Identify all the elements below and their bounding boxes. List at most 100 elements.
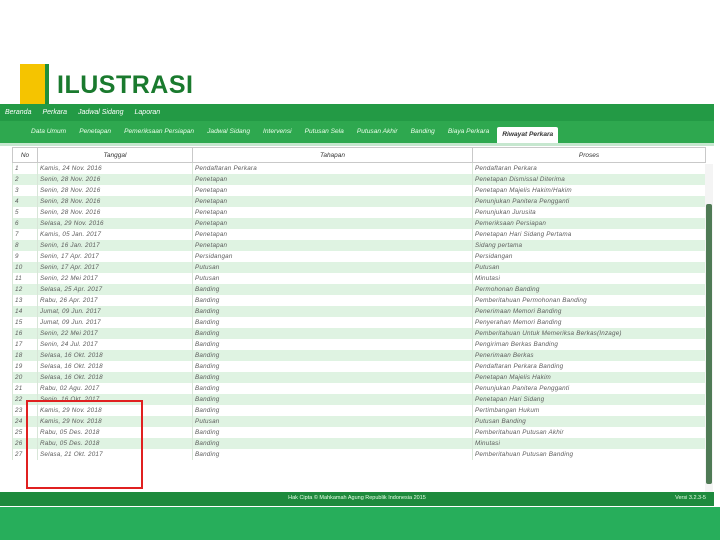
table-row[interactable]: 4 Senin, 28 Nov. 2016 Penetapan Penunjukan … xyxy=(12,196,706,207)
cell-tahapan: Banding xyxy=(192,328,473,339)
nav-item-perkara[interactable]: Perkara xyxy=(42,109,67,116)
cell-tanggal: Senin, 17 Apr. 2017 xyxy=(37,262,193,273)
cell-tahapan: Persidangan xyxy=(192,251,473,262)
table-row[interactable]: 6 Selasa, 29 Nov. 2016 Penetapan Pemeriksaa… xyxy=(12,218,706,229)
cell-tahapan: Banding xyxy=(192,438,473,449)
cell-no: 10 xyxy=(12,262,38,273)
table-row[interactable]: 10 Senin, 17 Apr. 2017 Putusan Putusan xyxy=(12,262,706,273)
cell-tanggal: Senin, 16 Jan. 2017 xyxy=(37,240,193,251)
cell-tahapan: Putusan xyxy=(192,416,473,427)
table-row[interactable]: 18 Selasa, 16 Okt. 2018 Banding Penerimaan … xyxy=(12,350,706,361)
tab-data-umum[interactable]: Data Umum xyxy=(26,125,71,139)
cell-tanggal: Senin, 28 Nov. 2016 xyxy=(37,196,193,207)
cell-tahapan: Putusan xyxy=(192,262,473,273)
cell-proses: Pertimbangan Hukum xyxy=(472,405,706,416)
cell-tahapan: Banding xyxy=(192,361,473,372)
cell-tahapan: Pendaftaran Perkara xyxy=(192,162,473,174)
table-row[interactable]: 19 Selasa, 16 Okt. 2018 Banding Pendaftaran… xyxy=(12,361,706,372)
nav-item-beranda[interactable]: Beranda xyxy=(5,109,31,116)
cell-no: 9 xyxy=(12,251,38,262)
column-header-proses[interactable]: Proses xyxy=(472,147,706,163)
column-header-no[interactable]: No xyxy=(12,147,38,163)
cell-proses: Permohonan Banding xyxy=(472,284,706,295)
cell-tanggal: Selasa, 29 Nov. 2016 xyxy=(37,218,193,229)
cell-proses: Persidangan xyxy=(472,251,706,262)
table-row[interactable]: 1 Kamis, 24 Nov. 2016 Pendaftaran Perkara P… xyxy=(12,162,706,174)
cell-tahapan: Banding xyxy=(192,295,473,306)
cell-tanggal: Selasa, 16 Okt. 2018 xyxy=(37,372,193,383)
nav-item-jadwal-sidang[interactable]: Jadwal Sidang xyxy=(78,109,124,116)
cell-tahapan: Penetapan xyxy=(192,174,473,185)
cell-tanggal: Senin, 17 Apr. 2017 xyxy=(37,251,193,262)
tab-biaya-perkara[interactable]: Biaya Perkara xyxy=(443,125,494,139)
cell-tahapan: Putusan xyxy=(192,273,473,284)
tab-bar: Data Umum Penetapan Pemeriksaan Persiapa… xyxy=(0,121,714,143)
cell-tanggal: Selasa, 16 Okt. 2018 xyxy=(37,361,193,372)
cell-no: 6 xyxy=(12,218,38,229)
table-row[interactable]: 13 Rabu, 26 Apr. 2017 Banding Pemberitahuan… xyxy=(12,295,706,306)
table-row[interactable]: 11 Senin, 22 Mei 2017 Putusan Minutasi xyxy=(12,273,706,284)
cell-tahapan: Banding xyxy=(192,306,473,317)
table-row[interactable]: 7 Kamis, 05 Jan. 2017 Penetapan Penetapan H… xyxy=(12,229,706,240)
title-accent-bar xyxy=(20,64,45,104)
cell-proses: Pendaftaran Perkara Banding xyxy=(472,361,706,372)
tab-riwayat-perkara[interactable]: Riwayat Perkara xyxy=(497,127,559,143)
cell-tahapan: Banding xyxy=(192,383,473,394)
table-row[interactable]: 8 Senin, 16 Jan. 2017 Penetapan Sidang pert… xyxy=(12,240,706,251)
cell-no: 19 xyxy=(12,361,38,372)
cell-tanggal: Jumat, 09 Jun. 2017 xyxy=(37,306,193,317)
cell-proses: Penunjukan Panitera Pengganti xyxy=(472,383,706,394)
tab-penetapan[interactable]: Penetapan xyxy=(74,125,116,139)
tab-pemeriksaan-persiapan[interactable]: Pemeriksaan Persiapan xyxy=(119,125,199,139)
cell-proses: Minutasi xyxy=(472,273,706,284)
cell-no: 1 xyxy=(12,162,38,174)
tab-putusan-akhir[interactable]: Putusan Akhir xyxy=(352,125,403,139)
table-row[interactable]: 12 Selasa, 25 Apr. 2017 Banding Permohonan … xyxy=(12,284,706,295)
cell-proses: Penunjukan Jurusita xyxy=(472,207,706,218)
table-row[interactable]: 16 Senin, 22 Mei 2017 Banding Pemberitahuan… xyxy=(12,328,706,339)
column-header-tahapan[interactable]: Tahapan xyxy=(192,147,473,163)
cell-no: 12 xyxy=(12,284,38,295)
cell-tahapan: Banding xyxy=(192,449,473,460)
cell-proses: Pemeriksaan Persiapan xyxy=(472,218,706,229)
table-row[interactable]: 21 Rabu, 02 Agu. 2017 Banding Penunjukan Pa… xyxy=(12,383,706,394)
cell-proses: Pendaftaran Perkara xyxy=(472,162,706,174)
table-row[interactable]: 14 Jumat, 09 Jun. 2017 Banding Penerimaan M… xyxy=(12,306,706,317)
scrollbar-thumb[interactable] xyxy=(706,204,712,484)
slide-title: ILUSTRASI xyxy=(57,71,194,99)
table-row[interactable]: 5 Senin, 28 Nov. 2016 Penetapan Penunjukan … xyxy=(12,207,706,218)
cell-no: 13 xyxy=(12,295,38,306)
nav-item-laporan[interactable]: Laporan xyxy=(135,109,161,116)
table-row[interactable]: 17 Senin, 24 Jul. 2017 Banding Pengiriman B… xyxy=(12,339,706,350)
cell-proses: Penerimaan Berkas xyxy=(472,350,706,361)
cell-tahapan: Banding xyxy=(192,405,473,416)
cell-proses: Penerimaan Memori Banding xyxy=(472,306,706,317)
table-row[interactable]: 3 Senin, 28 Nov. 2016 Penetapan Penetapan M… xyxy=(12,185,706,196)
cell-proses: Sidang pertama xyxy=(472,240,706,251)
cell-tahapan: Banding xyxy=(192,394,473,405)
version-text: Versi 3.2.3-5 xyxy=(675,495,706,501)
cell-no: 7 xyxy=(12,229,38,240)
cell-tanggal: Kamis, 05 Jan. 2017 xyxy=(37,229,193,240)
cell-proses: Penetapan Dismissal Diterima xyxy=(472,174,706,185)
cell-proses: Pemberitahuan Putusan Banding xyxy=(472,449,706,460)
table-row[interactable]: 15 Jumat, 09 Jun. 2017 Banding Penyerahan M… xyxy=(12,317,706,328)
column-header-tanggal[interactable]: Tanggal xyxy=(37,147,193,163)
tab-putusan-sela[interactable]: Putusan Sela xyxy=(300,125,349,139)
tab-banding[interactable]: Banding xyxy=(406,125,440,139)
table-row[interactable]: 20 Selasa, 16 Okt. 2018 Banding Penetapan M… xyxy=(12,372,706,383)
cell-no: 3 xyxy=(12,185,38,196)
cell-tanggal: Senin, 28 Nov. 2016 xyxy=(37,174,193,185)
table-row[interactable]: 2 Senin, 28 Nov. 2016 Penetapan Penetapan D… xyxy=(12,174,706,185)
top-navigation: Beranda Perkara Jadwal Sidang Laporan xyxy=(0,104,714,121)
cell-no: 2 xyxy=(12,174,38,185)
tab-jadwal-sidang[interactable]: Jadwal Sidang xyxy=(202,125,255,139)
cell-tahapan: Penetapan xyxy=(192,229,473,240)
cell-proses: Penetapan Majelis Hakim xyxy=(472,372,706,383)
tab-intervensi[interactable]: Intervensi xyxy=(258,125,297,139)
table-row[interactable]: 9 Senin, 17 Apr. 2017 Persidangan Persidang… xyxy=(12,251,706,262)
table-header-row: No Tanggal Tahapan Proses xyxy=(12,147,706,163)
cell-tahapan: Penetapan xyxy=(192,185,473,196)
content-divider xyxy=(0,143,714,146)
cell-proses: Pemberitahuan Permohonan Banding xyxy=(472,295,706,306)
